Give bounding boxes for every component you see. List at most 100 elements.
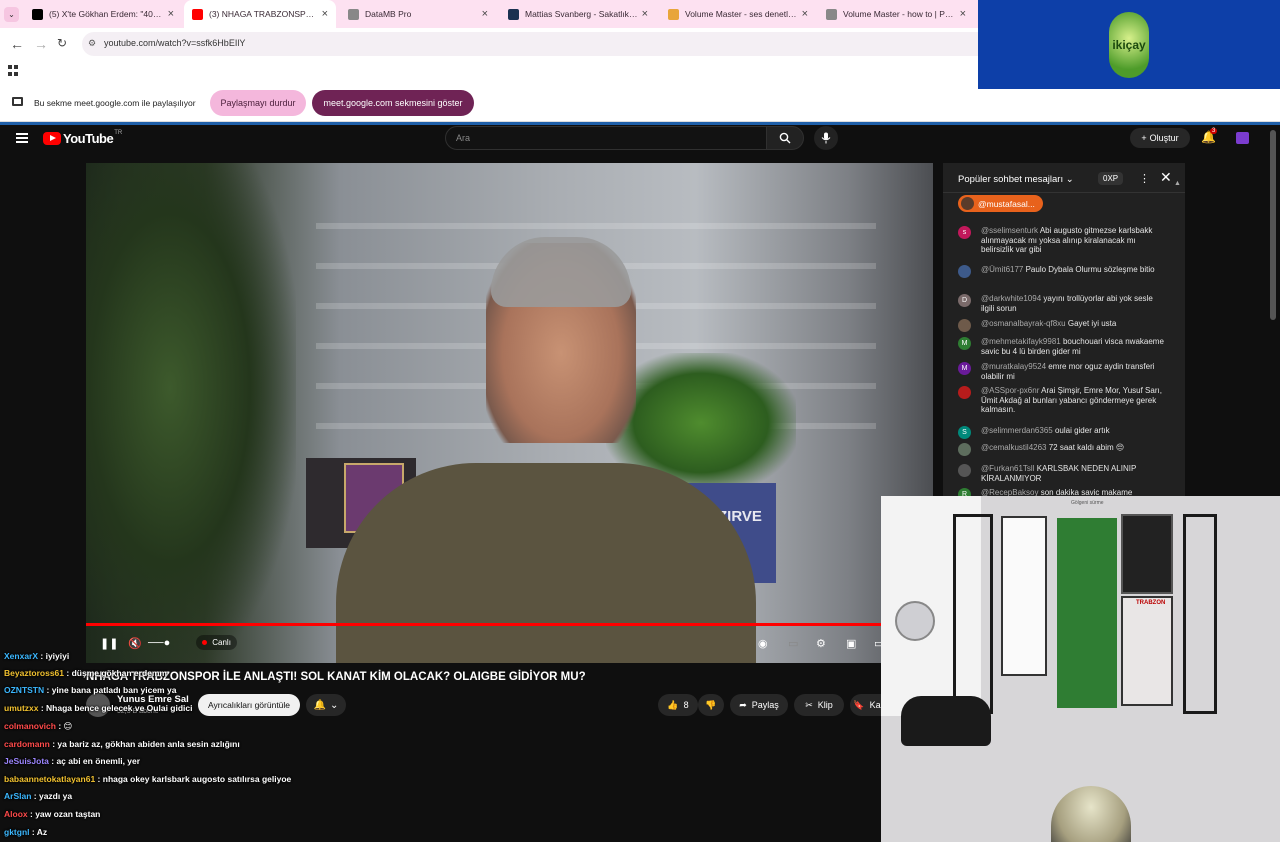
autoplay-toggle-icon[interactable]: ◉ <box>758 637 768 650</box>
stop-sharing-button[interactable]: Paylaşmayı durdur <box>210 90 306 116</box>
overlay-chat-user: OZNTSTN <box>4 685 45 695</box>
subtitles-icon[interactable]: ▭ <box>788 637 798 650</box>
close-tab-icon[interactable]: × <box>960 8 966 20</box>
close-tab-icon[interactable]: × <box>322 8 328 20</box>
microphone-icon <box>821 132 831 144</box>
chat-avatar: M <box>958 337 971 350</box>
overlay-chat-user: JeSuisJota <box>4 756 49 766</box>
browser-tab[interactable]: (3) NHAGA TRABZONSPOR × <box>184 0 336 28</box>
thumbs-down-icon: 👎 <box>705 699 717 710</box>
chat-username[interactable]: @mehmetakifayk9981 <box>981 337 1061 346</box>
close-tab-icon[interactable]: × <box>168 8 174 20</box>
chat-username[interactable]: @Furkan61Tsll <box>981 464 1034 473</box>
chat-message-body: @osmanalbayrak-qf8xu Gayet iyi usta <box>981 319 1166 329</box>
overlay-chat-text: düşme gökhan erdemm <box>71 668 167 678</box>
chat-username[interactable]: @selimmerdan6365 <box>981 426 1053 435</box>
close-tab-icon[interactable]: × <box>642 8 648 20</box>
like-button[interactable]: 👍 8 <box>658 694 698 716</box>
dislike-button[interactable]: 👎 <box>698 694 724 716</box>
browser-tab[interactable]: DataMB Pro × <box>340 0 496 28</box>
presenter-hair <box>491 237 631 307</box>
url-text[interactable]: youtube.com/watch?v=ssfk6HbEIlY <box>104 38 245 48</box>
search-box[interactable]: Ara <box>445 126 767 150</box>
cam-tactic-board <box>1121 514 1173 594</box>
chat-username[interactable]: @ASSpor-px6nr <box>981 386 1039 395</box>
show-meet-tab-button[interactable]: meet.google.com sekmesini göster <box>312 90 474 116</box>
chat-message-list[interactable]: s @sselimsenturk Abi augusto gitmezse kar… <box>943 221 1185 497</box>
page-scrollbar[interactable] <box>1270 130 1276 320</box>
chat-header: Popüler sohbet mesajları ⌄ 0XP ⋮ ✕ <box>943 163 1185 193</box>
video-player[interactable]: ZIRVE ❚❚ 🔇 ──● Canlı ◉ ▭ ⚙ ▣ ▭ <box>86 163 933 663</box>
overlay-chat-user: gktgnl <box>4 827 30 837</box>
hamburger-menu-icon[interactable] <box>16 133 28 143</box>
chat-avatar <box>958 464 971 477</box>
screen-share-icon <box>12 97 23 106</box>
video-progress-bar[interactable] <box>86 623 933 626</box>
url-bar[interactable]: ⚙ youtube.com/watch?v=ssfk6HbEIlY <box>82 32 978 56</box>
chat-username[interactable]: @cemalkustil4263 <box>981 443 1046 452</box>
chat-mode-dropdown[interactable]: Popüler sohbet mesajları ⌄ <box>958 174 1074 185</box>
overlay-chat-line: Aloox : yaw ozan taştan <box>4 809 100 819</box>
settings-icon[interactable]: ⚙ <box>816 637 826 650</box>
view-perks-button[interactable]: Ayrıcalıkları görüntüle <box>198 694 300 716</box>
chat-username[interactable]: @darkwhite1094 <box>981 294 1041 303</box>
overlay-chat-line: OZNTSTN : yine bana patladı ban yicem ya <box>4 685 176 695</box>
search-input[interactable]: Ara <box>456 133 470 143</box>
apps-grid-icon[interactable] <box>8 65 19 76</box>
youtube-logo[interactable]: YouTube TR <box>43 130 122 146</box>
bookmarks-bar <box>0 60 978 84</box>
chat-username[interactable]: @Ümit6177 <box>981 265 1023 274</box>
account-avatar[interactable] <box>1236 132 1249 144</box>
notification-count-badge: 3 <box>1210 128 1218 134</box>
pinned-user: @mustafasal... <box>978 198 1035 209</box>
live-badge[interactable]: Canlı <box>196 635 237 650</box>
clip-button[interactable]: ✂ Klip <box>794 694 844 716</box>
plus-icon: + <box>1141 133 1147 143</box>
chat-username[interactable]: @sselimsenturk <box>981 226 1038 235</box>
volume-icon[interactable]: 🔇 <box>128 637 142 650</box>
youtube-logo-text: YouTube <box>63 131 114 146</box>
tab-search-button[interactable]: ⌄ <box>4 7 19 22</box>
voice-search-button[interactable] <box>814 126 838 150</box>
overlay-chat-user: cardomann <box>4 739 50 749</box>
pinned-user-chip[interactable]: @mustafasal... <box>958 195 1043 212</box>
chat-username[interactable]: @osmanalbayrak-qf8xu <box>981 319 1066 328</box>
live-chat-panel: Popüler sohbet mesajları ⌄ 0XP ⋮ ✕ @must… <box>943 163 1185 497</box>
forward-icon[interactable]: → <box>34 36 48 52</box>
browser-tab[interactable]: Volume Master - how to | Peta × <box>818 0 974 28</box>
live-dot-icon <box>202 640 207 645</box>
tab-label: (3) NHAGA TRABZONSPOR <box>209 9 318 19</box>
pause-icon[interactable]: ❚❚ <box>100 637 118 650</box>
browser-tab[interactable]: Volume Master - ses denetleyici × <box>660 0 816 28</box>
subscription-bell-button[interactable]: 🔔 ⌄ <box>306 694 346 716</box>
chat-scroll-up-icon[interactable]: ▲ <box>1174 180 1181 187</box>
close-tab-icon[interactable]: × <box>482 8 488 20</box>
overlay-chat-separator: : <box>64 668 72 678</box>
overlay-chat-separator: : <box>55 721 64 731</box>
more-vert-icon[interactable]: ⋮ <box>1139 172 1150 185</box>
tab-label: Mattias Svanberg - Sakatlık geç <box>525 9 638 19</box>
site-info-icon[interactable]: ⚙ <box>88 38 96 49</box>
chat-username[interactable]: @muratkalay9524 <box>981 362 1046 371</box>
search-button[interactable] <box>766 126 804 150</box>
chat-avatar: s <box>958 226 971 239</box>
xp-badge[interactable]: 0XP <box>1098 172 1124 185</box>
share-button[interactable]: ➦ Paylaş <box>730 694 788 716</box>
xp-label: 0XP <box>1103 174 1119 183</box>
back-icon[interactable]: ← <box>10 36 24 52</box>
save-button[interactable]: 🔖 Ka <box>850 694 884 716</box>
browser-tab[interactable]: Mattias Svanberg - Sakatlık geç × <box>500 0 656 28</box>
reload-icon[interactable]: ↻ <box>57 36 67 50</box>
chat-message-body: @selimmerdan6365 oulai gider artık <box>981 426 1166 436</box>
overlay-chat-separator: : <box>44 685 52 695</box>
tab-sharing-bar: Bu sekme meet.google.com ile paylaşılıyo… <box>0 84 1280 122</box>
close-tab-icon[interactable]: × <box>802 8 808 20</box>
browser-tab[interactable]: (5) X'te Gökhan Erdem: "40 da g × <box>24 0 182 28</box>
overlay-chat-user: colmanovich <box>4 721 56 731</box>
create-button[interactable]: + Oluştur <box>1130 128 1190 148</box>
volume-slider[interactable]: ──● <box>148 637 170 649</box>
miniplayer-icon[interactable]: ▣ <box>846 637 856 650</box>
overlay-chat-text: 😊 <box>63 721 73 731</box>
window-blind <box>316 223 876 229</box>
close-icon[interactable]: ✕ <box>1160 169 1172 186</box>
